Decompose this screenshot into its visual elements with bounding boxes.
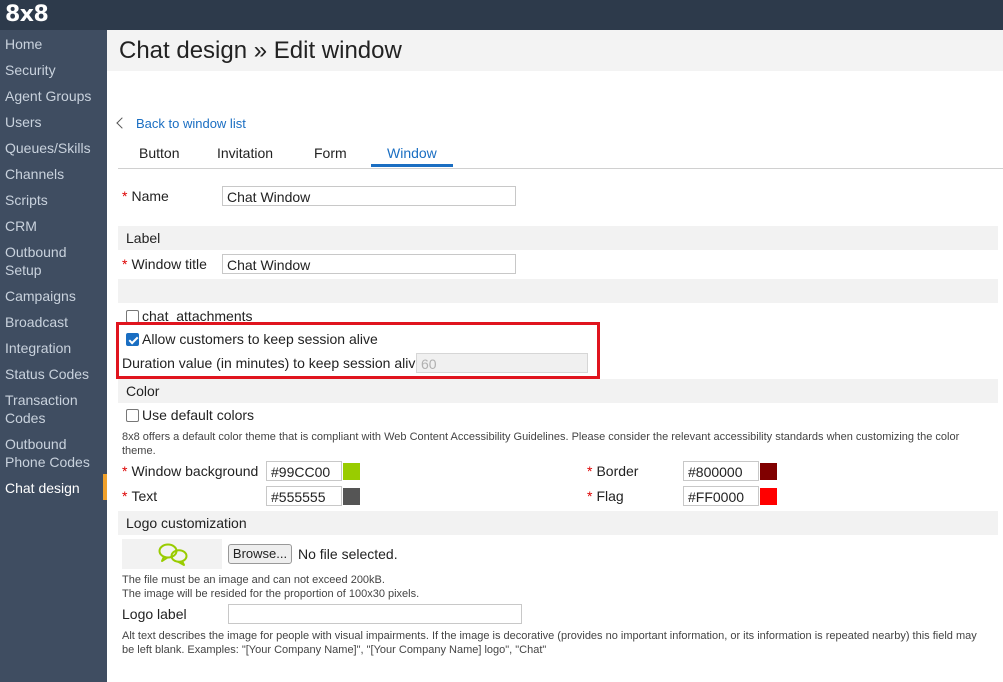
sidebar-item-integration[interactable]: Integration — [5, 339, 71, 357]
sidebar-item-outbound-phone-codes[interactable]: Outbound Phone Codes — [5, 435, 90, 471]
logo-section-header: Logo customization — [118, 511, 998, 535]
text-color-label: * Text — [122, 488, 157, 504]
active-indicator — [103, 474, 107, 500]
color-accessibility-note: 8x8 offers a default color theme that is… — [122, 431, 960, 457]
sidebar-item-campaigns[interactable]: Campaigns — [5, 287, 76, 305]
brand-logo[interactable]: 8x8 — [5, 2, 49, 27]
sidebar-item-security[interactable]: Security — [5, 61, 56, 79]
border-label: * Border — [587, 463, 638, 479]
tab-invitation[interactable]: Invitation — [217, 145, 273, 161]
sidebar-item-label: Outbound — [5, 244, 67, 260]
sidebar-item-scripts[interactable]: Scripts — [5, 191, 48, 209]
sidebar-item-queues-skills[interactable]: Queues/Skills — [5, 139, 91, 157]
tab-bar: Button Invitation Form Window — [118, 140, 1003, 169]
window-background-label-text: Window background — [131, 463, 259, 479]
sidebar-item-label: Outbound — [5, 436, 67, 452]
sidebar-item-users[interactable]: Users — [5, 113, 42, 131]
sidebar: Home Security Agent Groups Users Queues/… — [0, 30, 107, 682]
back-to-window-list-link[interactable]: Back to window list — [116, 116, 246, 131]
tab-button[interactable]: Button — [139, 145, 179, 161]
sidebar-item-transaction-codes[interactable]: Transaction Codes — [5, 391, 78, 427]
required-mark: * — [122, 188, 128, 204]
name-label-text: Name — [131, 188, 169, 204]
use-default-colors-checkbox[interactable] — [126, 409, 139, 422]
color-section-title: Color — [126, 383, 160, 399]
required-mark: * — [587, 463, 593, 479]
sidebar-item-label: Codes — [5, 410, 46, 426]
sidebar-item-outbound-setup[interactable]: Outbound Setup — [5, 243, 67, 279]
top-bar: 8x8 — [0, 0, 1003, 30]
required-mark: * — [122, 488, 128, 504]
border-label-text: Border — [596, 463, 639, 479]
tab-window[interactable]: Window — [387, 145, 437, 161]
sidebar-item-chat-design[interactable]: Chat design — [5, 479, 80, 497]
blank-section-header — [118, 279, 998, 303]
logo-section-title: Logo customization — [126, 515, 247, 531]
no-file-selected-text: No file selected. — [298, 546, 398, 562]
sidebar-item-crm[interactable]: CRM — [5, 217, 37, 235]
required-mark: * — [122, 256, 128, 272]
highlight-box — [116, 322, 600, 379]
window-background-swatch[interactable] — [343, 463, 360, 480]
sidebar-item-channels[interactable]: Channels — [5, 165, 64, 183]
text-color-label-text: Text — [131, 488, 158, 504]
border-input[interactable]: #800000 — [683, 461, 759, 481]
border-swatch[interactable] — [760, 463, 777, 480]
logo-preview — [122, 539, 222, 569]
label-section-header: Label — [118, 226, 998, 250]
flag-label: * Flag — [587, 488, 624, 504]
logo-label-label: Logo label — [122, 606, 187, 622]
flag-input[interactable]: #FF0000 — [683, 486, 759, 506]
sidebar-item-status-codes[interactable]: Status Codes — [5, 365, 89, 383]
text-color-input[interactable]: #555555 — [266, 486, 342, 506]
alt-text-note: Alt text describes the image for people … — [122, 630, 977, 656]
sidebar-item-home[interactable]: Home — [5, 35, 42, 53]
chat-bubbles-icon — [158, 543, 188, 566]
sidebar-item-label: Transaction — [5, 392, 78, 408]
use-default-colors-label: Use default colors — [142, 407, 255, 423]
chevron-left-icon — [116, 117, 128, 129]
color-section-header: Color — [118, 379, 998, 403]
browse-button[interactable]: Browse... — [228, 544, 292, 564]
page-header: Chat design » Edit window — [107, 30, 1003, 71]
required-mark: * — [587, 488, 593, 504]
window-background-input[interactable]: #99CC00 — [266, 461, 342, 481]
sidebar-item-broadcast[interactable]: Broadcast — [5, 313, 68, 331]
sidebar-item-agent-groups[interactable]: Agent Groups — [5, 87, 91, 105]
logo-label-input[interactable] — [228, 604, 522, 624]
required-mark: * — [122, 463, 128, 479]
name-label: * Name — [122, 188, 169, 204]
file-proportion-note: The image will be resided for the propor… — [122, 588, 420, 600]
tab-form[interactable]: Form — [314, 145, 347, 161]
text-color-swatch[interactable] — [343, 488, 360, 505]
file-size-note: The file must be an image and can not ex… — [122, 574, 385, 586]
window-title-label-text: Window title — [131, 256, 207, 272]
flag-swatch[interactable] — [760, 488, 777, 505]
window-background-label: * Window background — [122, 463, 258, 479]
flag-label-text: Flag — [596, 488, 624, 504]
name-input[interactable]: Chat Window — [222, 186, 516, 206]
window-title-label: * Window title — [122, 256, 207, 272]
window-title-input[interactable]: Chat Window — [222, 254, 516, 274]
sidebar-item-label: Setup — [5, 262, 42, 278]
back-link-label: Back to window list — [136, 116, 246, 131]
sidebar-item-label: Phone Codes — [5, 454, 90, 470]
page-title: Chat design » Edit window — [119, 37, 402, 64]
label-section-title: Label — [126, 230, 161, 246]
active-tab-underline — [371, 164, 453, 167]
